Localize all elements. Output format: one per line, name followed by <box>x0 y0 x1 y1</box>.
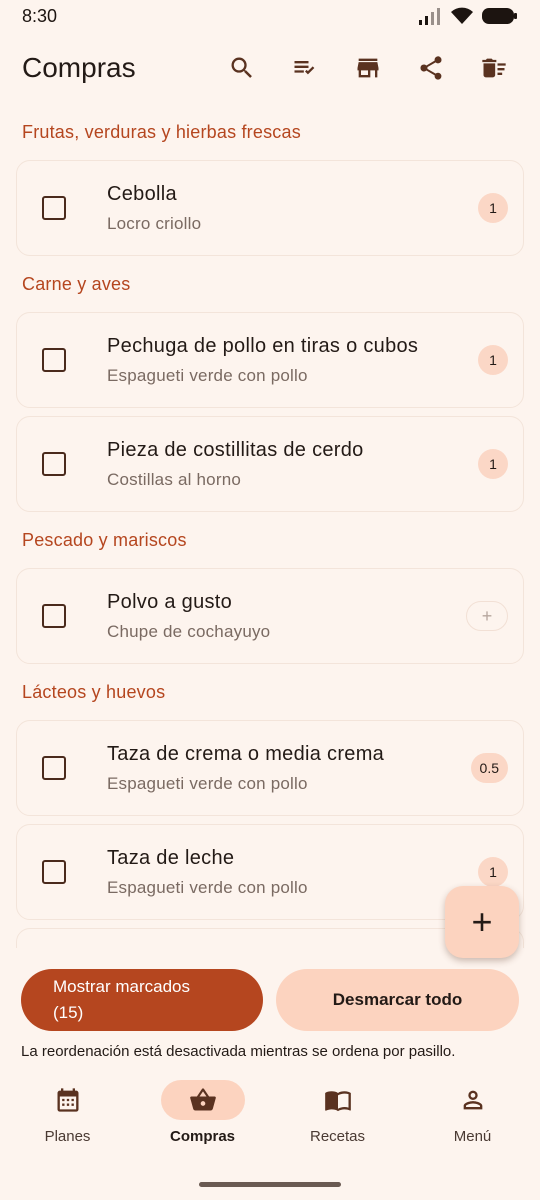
show-checked-text: Mostrar marcados <box>53 977 190 996</box>
page-title: Compras <box>22 52 136 83</box>
bottom-actions: Mostrar marcados (15) Desmarcar todo <box>21 969 519 1031</box>
list-item[interactable]: Pieza de costillitas de cerdo Costillas … <box>16 416 524 512</box>
delete-sweep-icon <box>482 58 506 78</box>
quantity-badge[interactable]: 1 <box>478 449 508 479</box>
section-title: Carne y aves <box>22 273 131 294</box>
search-button[interactable] <box>218 44 266 92</box>
basket-icon <box>189 1088 216 1111</box>
book-icon <box>324 1091 351 1112</box>
nav-item-menu[interactable]: Menú <box>405 1080 540 1145</box>
item-recipe: Locro criollo <box>107 213 202 233</box>
reorder-info-text: La reordenación está desactivada mientra… <box>21 1043 456 1060</box>
nav-label: Menú <box>453 1128 492 1145</box>
battery-icon <box>482 8 517 24</box>
calendar-icon <box>57 1088 78 1112</box>
show-checked-count: (15) <box>53 1003 84 1022</box>
item-name: Taza de leche <box>107 846 235 869</box>
quantity-badge[interactable]: 1 <box>478 857 508 887</box>
bottom-navigation: Planes Compras Recetas Menú <box>0 1068 540 1168</box>
nav-label: Planes <box>44 1128 91 1145</box>
item-recipe: Espagueti verde con pollo <box>107 365 308 385</box>
nav-item-recipes[interactable]: Recetas <box>270 1080 405 1145</box>
uncheck-all-button[interactable]: Desmarcar todo <box>276 969 519 1031</box>
quantity-badge[interactable]: 1 <box>478 345 508 375</box>
status-bar: 8:30 <box>0 0 540 32</box>
section-title: Frutas, verduras y hierbas frescas <box>22 121 301 142</box>
nav-label: Recetas <box>309 1128 366 1145</box>
search-icon <box>231 57 252 78</box>
quantity-badge[interactable]: 1 <box>478 193 508 223</box>
store-button[interactable] <box>344 44 392 92</box>
wifi-icon <box>451 7 473 24</box>
share-button[interactable] <box>407 44 455 92</box>
nav-item-shopping[interactable]: Compras <box>135 1080 270 1145</box>
section-title: Lácteos y huevos <box>22 681 166 702</box>
playlist-check-icon <box>294 61 315 75</box>
nav-label: Compras <box>169 1128 236 1145</box>
item-recipe: Espagueti verde con pollo <box>107 877 308 897</box>
show-checked-button[interactable]: Mostrar marcados (15) <box>21 969 263 1031</box>
app-bar: Compras <box>0 38 540 98</box>
signal-icon <box>419 8 440 25</box>
delete-sweep-button[interactable] <box>470 44 518 92</box>
checklist-button[interactable] <box>281 44 329 92</box>
app-actions <box>218 44 518 92</box>
status-icons <box>418 7 518 25</box>
home-indicator[interactable] <box>199 1182 341 1187</box>
list-item[interactable]: Taza de crema o media crema Espagueti ve… <box>16 720 524 816</box>
item-name: Polvo a gusto <box>107 590 233 613</box>
item-checkbox[interactable] <box>42 860 66 884</box>
list-item[interactable]: Pechuga de pollo en tiras o cubos Espagu… <box>16 312 524 408</box>
nav-item-plans[interactable]: Planes <box>0 1080 135 1145</box>
item-checkbox[interactable] <box>42 196 66 220</box>
list-item[interactable]: Polvo a gusto Chupe de cochayuyo + <box>16 568 524 664</box>
list-item[interactable]: Cebolla Locro criollo 1 <box>16 160 524 256</box>
item-checkbox[interactable] <box>42 452 66 476</box>
item-name: Taza de crema o media crema <box>107 742 385 765</box>
item-recipe: Costillas al horno <box>107 469 241 489</box>
item-recipe: Chupe de cochayuyo <box>107 621 271 641</box>
item-recipe: Espagueti verde con pollo <box>107 773 308 793</box>
add-quantity-button[interactable]: + <box>466 601 508 631</box>
item-name: Pieza de costillitas de cerdo <box>107 438 364 461</box>
store-icon <box>357 58 379 78</box>
add-item-fab[interactable]: + <box>445 886 519 958</box>
status-time: 8:30 <box>22 5 58 26</box>
item-name: Pechuga de pollo en tiras o cubos <box>107 334 419 357</box>
show-checked-label: Mostrar marcados (15) <box>53 974 190 1026</box>
quantity-badge[interactable]: 0.5 <box>470 753 508 783</box>
shopping-list[interactable]: Frutas, verduras y hierbas frescas Cebol… <box>0 112 540 948</box>
person-icon <box>463 1090 482 1110</box>
section-title: Pescado y mariscos <box>22 529 187 550</box>
item-checkbox[interactable] <box>42 756 66 780</box>
item-name: Cebolla <box>107 182 177 205</box>
item-checkbox[interactable] <box>42 604 66 628</box>
item-checkbox[interactable] <box>42 348 66 372</box>
share-icon <box>420 56 442 80</box>
